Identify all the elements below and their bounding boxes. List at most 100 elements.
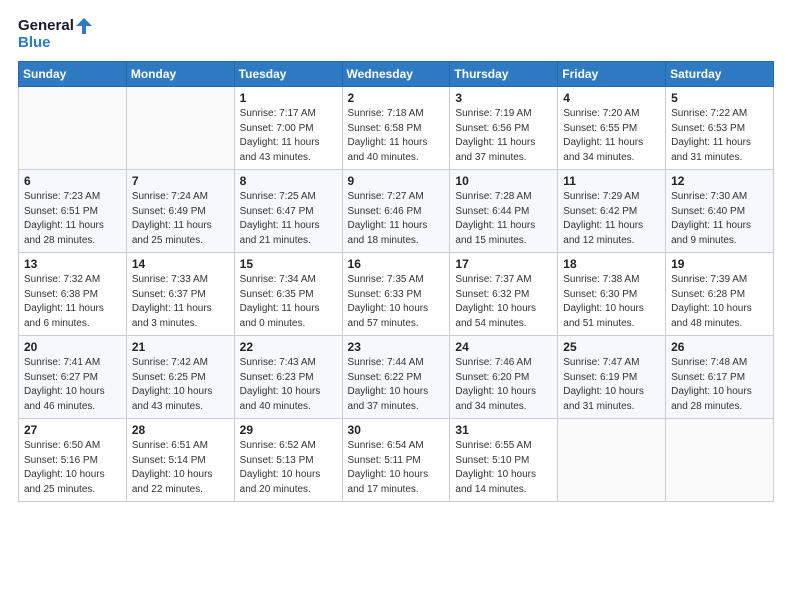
day-info: Sunrise: 6:51 AM Sunset: 5:14 PM Dayligh…	[132, 439, 229, 497]
day-info: Sunrise: 7:42 AM Sunset: 6:25 PM Dayligh…	[132, 356, 229, 414]
day-cell: 8Sunrise: 7:25 AM Sunset: 6:47 PM Daylig…	[234, 170, 342, 253]
day-info: Sunrise: 7:30 AM Sunset: 6:40 PM Dayligh…	[671, 190, 768, 248]
day-info: Sunrise: 7:19 AM Sunset: 6:56 PM Dayligh…	[455, 107, 552, 165]
day-cell: 26Sunrise: 7:48 AM Sunset: 6:17 PM Dayli…	[666, 336, 774, 419]
day-info: Sunrise: 7:43 AM Sunset: 6:23 PM Dayligh…	[240, 356, 337, 414]
weekday-header-monday: Monday	[126, 62, 234, 87]
logo-blue: Blue	[18, 35, 51, 52]
day-cell: 3 Sunrise: 7:19 AM Sunset: 6:56 PM Daylig…	[450, 87, 558, 170]
day-number: 8	[240, 174, 337, 188]
day-info: Sunrise: 7:24 AM Sunset: 6:49 PM Dayligh…	[132, 190, 229, 248]
day-number: 18	[563, 257, 660, 271]
day-cell	[558, 419, 666, 502]
day-number: 21	[132, 340, 229, 354]
day-info: Sunrise: 7:32 AM Sunset: 6:38 PM Dayligh…	[24, 273, 121, 331]
day-number: 12	[671, 174, 768, 188]
day-number: 25	[563, 340, 660, 354]
week-row-1: 1 Sunrise: 7:17 AM Sunset: 7:00 PM Daylig…	[19, 87, 774, 170]
day-cell: 16 Sunrise: 7:35 AM Sunset: 6:33 PM Dayli…	[342, 253, 450, 336]
day-number: 9	[348, 174, 445, 188]
day-info: Sunrise: 7:28 AM Sunset: 6:44 PM Dayligh…	[455, 190, 552, 248]
day-number: 23	[348, 340, 445, 354]
day-cell: 25 Sunrise: 7:47 AM Sunset: 6:19 PM Dayli…	[558, 336, 666, 419]
week-row-3: 13 Sunrise: 7:32 AM Sunset: 6:38 PM Dayli…	[19, 253, 774, 336]
day-cell: 28 Sunrise: 6:51 AM Sunset: 5:14 PM Dayli…	[126, 419, 234, 502]
day-info: Sunrise: 7:35 AM Sunset: 6:33 PM Dayligh…	[348, 273, 445, 331]
day-number: 19	[671, 257, 768, 271]
day-number: 14	[132, 257, 229, 271]
day-number: 28	[132, 423, 229, 437]
day-cell: 6 Sunrise: 7:23 AM Sunset: 6:51 PM Daylig…	[19, 170, 127, 253]
day-cell	[19, 87, 127, 170]
day-number: 17	[455, 257, 552, 271]
day-number: 31	[455, 423, 552, 437]
day-cell: 22 Sunrise: 7:43 AM Sunset: 6:23 PM Dayli…	[234, 336, 342, 419]
logo-arrow-icon	[76, 18, 92, 34]
day-info: Sunrise: 7:41 AM Sunset: 6:27 PM Dayligh…	[24, 356, 121, 414]
day-number: 27	[24, 423, 121, 437]
day-cell: 23 Sunrise: 7:44 AM Sunset: 6:22 PM Dayli…	[342, 336, 450, 419]
day-info: Sunrise: 7:33 AM Sunset: 6:37 PM Dayligh…	[132, 273, 229, 331]
weekday-header-sunday: Sunday	[19, 62, 127, 87]
day-number: 2	[348, 91, 445, 105]
day-info: Sunrise: 7:44 AM Sunset: 6:22 PM Dayligh…	[348, 356, 445, 414]
day-number: 22	[240, 340, 337, 354]
day-cell: 12 Sunrise: 7:30 AM Sunset: 6:40 PM Dayli…	[666, 170, 774, 253]
weekday-header-saturday: Saturday	[666, 62, 774, 87]
page: General Blue SundayMondayTuesdayWednesda…	[0, 0, 792, 520]
day-cell: 4 Sunrise: 7:20 AM Sunset: 6:55 PM Daylig…	[558, 87, 666, 170]
day-cell: 24 Sunrise: 7:46 AM Sunset: 6:20 PM Dayli…	[450, 336, 558, 419]
day-info: Sunrise: 7:23 AM Sunset: 6:51 PM Dayligh…	[24, 190, 121, 248]
week-row-4: 20 Sunrise: 7:41 AM Sunset: 6:27 PM Dayli…	[19, 336, 774, 419]
day-number: 20	[24, 340, 121, 354]
day-number: 10	[455, 174, 552, 188]
logo: General Blue	[18, 18, 92, 51]
day-info: Sunrise: 7:47 AM Sunset: 6:19 PM Dayligh…	[563, 356, 660, 414]
day-info: Sunrise: 7:34 AM Sunset: 6:35 PM Dayligh…	[240, 273, 337, 331]
day-cell: 14 Sunrise: 7:33 AM Sunset: 6:37 PM Dayli…	[126, 253, 234, 336]
day-number: 26	[671, 340, 768, 354]
day-info: Sunrise: 7:22 AM Sunset: 6:53 PM Dayligh…	[671, 107, 768, 165]
day-info: Sunrise: 7:27 AM Sunset: 6:46 PM Dayligh…	[348, 190, 445, 248]
day-number: 6	[24, 174, 121, 188]
day-cell: 7 Sunrise: 7:24 AM Sunset: 6:49 PM Daylig…	[126, 170, 234, 253]
week-row-2: 6 Sunrise: 7:23 AM Sunset: 6:51 PM Daylig…	[19, 170, 774, 253]
logo-svg: General Blue	[18, 18, 92, 51]
day-cell	[126, 87, 234, 170]
day-number: 4	[563, 91, 660, 105]
day-info: Sunrise: 7:38 AM Sunset: 6:30 PM Dayligh…	[563, 273, 660, 331]
day-number: 24	[455, 340, 552, 354]
day-cell: 11Sunrise: 7:29 AM Sunset: 6:42 PM Dayli…	[558, 170, 666, 253]
weekday-header-tuesday: Tuesday	[234, 62, 342, 87]
day-number: 30	[348, 423, 445, 437]
day-number: 7	[132, 174, 229, 188]
day-cell: 2Sunrise: 7:18 AM Sunset: 6:58 PM Daylig…	[342, 87, 450, 170]
day-info: Sunrise: 6:52 AM Sunset: 5:13 PM Dayligh…	[240, 439, 337, 497]
day-number: 29	[240, 423, 337, 437]
day-cell: 17Sunrise: 7:37 AM Sunset: 6:32 PM Dayli…	[450, 253, 558, 336]
day-number: 3	[455, 91, 552, 105]
day-info: Sunrise: 7:39 AM Sunset: 6:28 PM Dayligh…	[671, 273, 768, 331]
header: General Blue	[18, 18, 774, 51]
day-number: 1	[240, 91, 337, 105]
day-info: Sunrise: 7:29 AM Sunset: 6:42 PM Dayligh…	[563, 190, 660, 248]
day-info: Sunrise: 7:46 AM Sunset: 6:20 PM Dayligh…	[455, 356, 552, 414]
calendar-table: SundayMondayTuesdayWednesdayThursdayFrid…	[18, 61, 774, 502]
day-cell: 21 Sunrise: 7:42 AM Sunset: 6:25 PM Dayli…	[126, 336, 234, 419]
weekday-header-friday: Friday	[558, 62, 666, 87]
day-cell: 10 Sunrise: 7:28 AM Sunset: 6:44 PM Dayli…	[450, 170, 558, 253]
day-cell: 29 Sunrise: 6:52 AM Sunset: 5:13 PM Dayli…	[234, 419, 342, 502]
day-cell: 20 Sunrise: 7:41 AM Sunset: 6:27 PM Dayli…	[19, 336, 127, 419]
day-info: Sunrise: 6:55 AM Sunset: 5:10 PM Dayligh…	[455, 439, 552, 497]
day-number: 15	[240, 257, 337, 271]
day-cell: 19 Sunrise: 7:39 AM Sunset: 6:28 PM Dayli…	[666, 253, 774, 336]
day-info: Sunrise: 7:20 AM Sunset: 6:55 PM Dayligh…	[563, 107, 660, 165]
day-number: 13	[24, 257, 121, 271]
weekday-header-wednesday: Wednesday	[342, 62, 450, 87]
day-info: Sunrise: 7:17 AM Sunset: 7:00 PM Dayligh…	[240, 107, 337, 165]
day-cell: 1 Sunrise: 7:17 AM Sunset: 7:00 PM Daylig…	[234, 87, 342, 170]
day-number: 16	[348, 257, 445, 271]
day-info: Sunrise: 6:54 AM Sunset: 5:11 PM Dayligh…	[348, 439, 445, 497]
day-cell: 18 Sunrise: 7:38 AM Sunset: 6:30 PM Dayli…	[558, 253, 666, 336]
day-info: Sunrise: 6:50 AM Sunset: 5:16 PM Dayligh…	[24, 439, 121, 497]
